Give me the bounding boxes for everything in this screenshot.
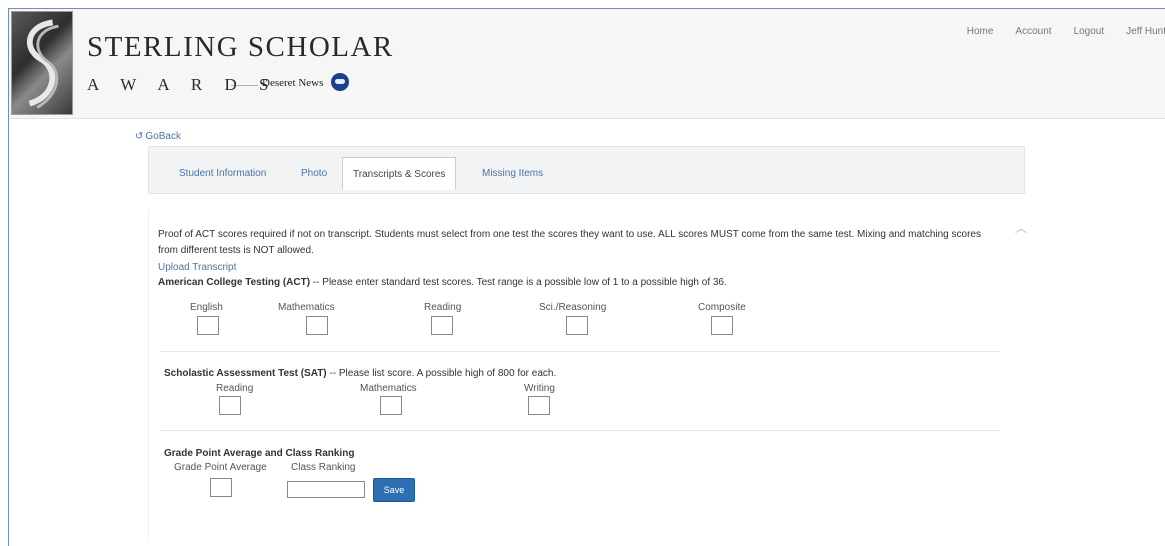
- act-sci-reasoning-input[interactable]: [566, 316, 588, 335]
- gpa-section-heading: Grade Point Average and Class Ranking: [164, 448, 354, 459]
- tab-missing-items[interactable]: Missing Items: [482, 157, 543, 190]
- save-button[interactable]: Save: [373, 478, 415, 502]
- gpa-label: Grade Point Average: [174, 462, 267, 473]
- go-back-link[interactable]: ↺ GoBack: [135, 131, 181, 142]
- act-note: -- Please enter standard test scores. Te…: [310, 277, 727, 288]
- class-ranking-label: Class Ranking: [291, 462, 356, 473]
- act-reading-input[interactable]: [431, 316, 453, 335]
- act-divider: [160, 351, 1000, 352]
- sat-mathematics-label: Mathematics: [360, 383, 417, 394]
- sat-writing-label: Writing: [524, 383, 555, 394]
- nav-user-link[interactable]: Jeff Hunt: [1126, 26, 1165, 37]
- sat-reading-label: Reading: [216, 383, 254, 394]
- top-nav: Home Account Logout Jeff Hunt: [945, 26, 1165, 37]
- go-back-label: GoBack: [145, 131, 181, 142]
- act-reading-label: Reading: [424, 302, 462, 313]
- scroll-up-icon[interactable]: ︿: [1015, 219, 1027, 236]
- sat-divider: [160, 430, 1000, 431]
- site-title: STERLING SCHOLAR: [87, 31, 394, 63]
- site-header: STERLING SCHOLAR A W A R D S ——— Deseret…: [9, 9, 1165, 119]
- act-heading: American College Testing (ACT): [158, 277, 311, 288]
- sat-note: -- Please list score. A possible high of…: [326, 368, 557, 379]
- sat-reading-input[interactable]: [219, 396, 241, 415]
- sat-mathematics-input[interactable]: [380, 396, 402, 415]
- tab-transcripts-scores[interactable]: Transcripts & Scores: [342, 157, 457, 190]
- gpa-input[interactable]: [210, 478, 232, 497]
- presented-by-line: ———: [231, 80, 258, 90]
- act-mathematics-label: Mathematics: [278, 302, 335, 313]
- sat-heading: Scholastic Assessment Test (SAT): [164, 368, 327, 379]
- upload-transcript-link[interactable]: Upload Transcript: [158, 262, 236, 273]
- tab-photo[interactable]: Photo: [301, 157, 327, 190]
- sat-section-heading: Scholastic Assessment Test (SAT) -- Plea…: [164, 368, 556, 379]
- nav-account-link[interactable]: Account: [1015, 26, 1051, 37]
- act-section-heading: American College Testing (ACT) -- Please…: [158, 277, 727, 288]
- nav-logout-link[interactable]: Logout: [1074, 26, 1105, 37]
- gpa-heading: Grade Point Average and Class Ranking: [164, 448, 355, 459]
- ksl-logo-icon: [331, 73, 349, 91]
- intro-text: Proof of ACT scores required if not on t…: [158, 229, 981, 256]
- sterling-s-logo-icon: [11, 11, 73, 115]
- tab-bar: Student Information Photo Transcripts & …: [148, 146, 1025, 194]
- act-composite-input[interactable]: [711, 316, 733, 335]
- act-composite-label: Composite: [698, 302, 746, 313]
- nav-home-link[interactable]: Home: [967, 26, 994, 37]
- act-english-label: English: [190, 302, 223, 313]
- act-sci-reasoning-label: Sci./Reasoning: [539, 302, 607, 313]
- sponsor-name: Deseret News: [262, 77, 324, 89]
- back-arrow-icon: ↺: [135, 131, 144, 142]
- act-english-input[interactable]: [197, 316, 219, 335]
- sat-writing-input[interactable]: [528, 396, 550, 415]
- class-ranking-input[interactable]: [287, 481, 365, 498]
- act-mathematics-input[interactable]: [306, 316, 328, 335]
- tab-student-information[interactable]: Student Information: [179, 157, 266, 190]
